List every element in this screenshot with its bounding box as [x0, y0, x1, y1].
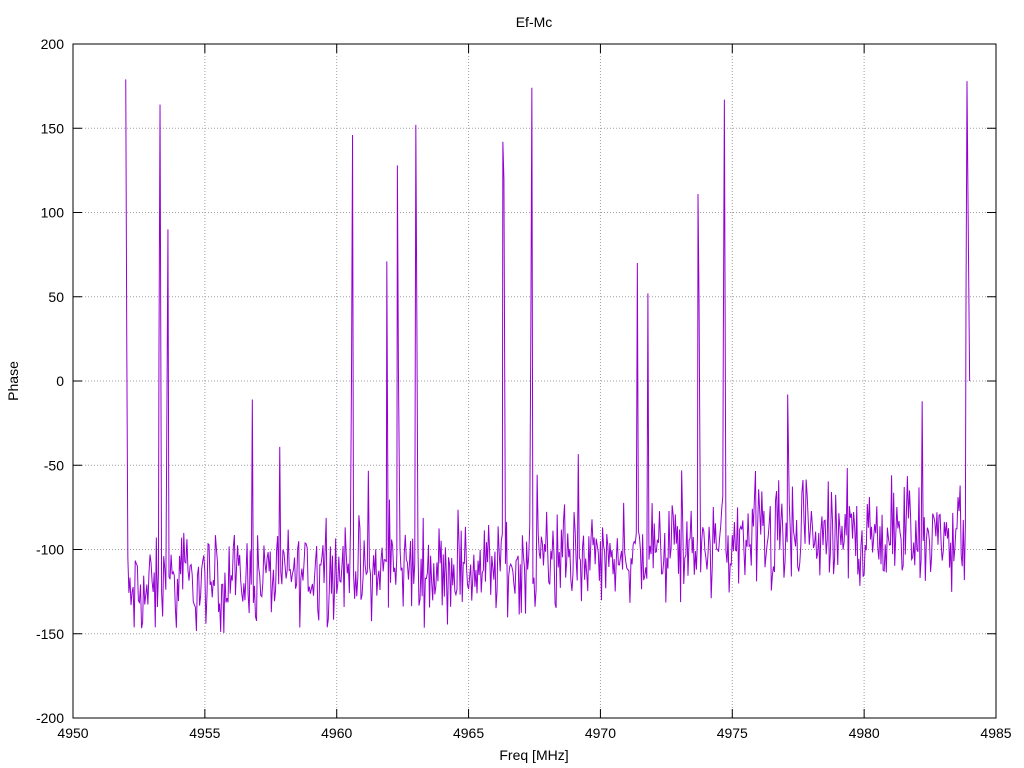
x-tick-label: 4965: [453, 725, 484, 741]
y-tick-label: -200: [36, 710, 64, 726]
y-tick-label: 150: [41, 120, 65, 136]
phase-chart: Ef-Mc -200-150-100-50050100150200 4950 49…: [5, 14, 1012, 763]
x-tick-label: 4955: [189, 725, 220, 741]
x-tick-label: 4980: [849, 725, 880, 741]
x-tick-label: 4960: [321, 725, 352, 741]
x-tick-label: 4985: [980, 725, 1011, 741]
y-tick-label: -100: [36, 542, 64, 558]
x-tick-labels: 4950 4955 4960 4965 4970 4975 4980 4985: [57, 725, 1011, 741]
y-tick-label: 50: [48, 289, 64, 305]
x-axis-title: Freq [MHz]: [499, 747, 568, 763]
grid-lines: [73, 44, 996, 718]
x-tick-label: 4970: [585, 725, 616, 741]
series-group: [125, 79, 971, 634]
x-tick-label: 4950: [57, 725, 88, 741]
y-tick-label: 200: [41, 36, 65, 52]
x-tick-label: 4975: [717, 725, 748, 741]
phase-series-line: [125, 79, 971, 634]
y-tick-label: 0: [56, 373, 64, 389]
y-tick-label: -50: [44, 457, 64, 473]
y-tick-label: -150: [36, 626, 64, 642]
y-axis-title: Phase: [5, 361, 21, 401]
chart-title: Ef-Mc: [516, 14, 553, 30]
y-tick-labels: -200 -150 -100 -50 0 50 100 150 200: [36, 36, 64, 726]
y-tick-label: 100: [41, 205, 65, 221]
